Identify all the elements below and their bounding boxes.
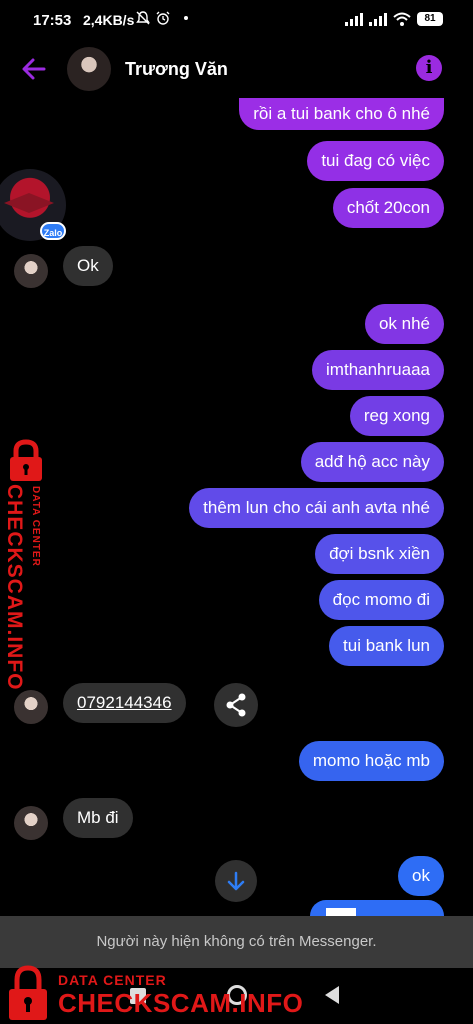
status-right: 81 [345, 12, 443, 26]
share-button[interactable] [214, 683, 258, 727]
message-bubble-outgoing[interactable]: adđ hộ acc này [300, 442, 444, 482]
lock-icon [10, 439, 42, 481]
chat-area[interactable]: rồi a tui bank cho ô nhé tui đag có việc… [0, 98, 473, 916]
message-bubble-outgoing[interactable]: chốt 20con [332, 188, 444, 228]
sender-avatar[interactable] [14, 254, 48, 288]
network-speed: 2,4KB/s [83, 12, 135, 28]
signal-icon [345, 12, 363, 26]
status-bar: 17:53 2,4KB/s 81 [0, 0, 473, 42]
alarm-icon [156, 11, 170, 25]
watermark-side: CHECKSCAM.INFO DATA CENTER [0, 438, 52, 691]
message-bubble-outgoing[interactable]: đọc momo đi [318, 580, 444, 620]
contact-name[interactable]: Trương Văn [125, 59, 228, 80]
status-icons [136, 11, 188, 25]
lock-icon [9, 965, 47, 1020]
message-bubble-outgoing[interactable]: ok [398, 856, 444, 896]
share-icon [226, 693, 246, 717]
phone-number-bubble[interactable]: 0792144346 [63, 683, 186, 723]
chat-header: Trương Văn i [0, 42, 473, 98]
signal-2-icon [369, 12, 387, 26]
scroll-down-button[interactable] [215, 860, 257, 902]
zalo-badge: Zalo [40, 222, 66, 240]
battery-icon: 81 [417, 12, 443, 26]
mute-bell-icon [136, 11, 150, 25]
message-bubble-outgoing[interactable]: thêm lun cho cái anh avta nhé [189, 488, 444, 528]
message-bubble-outgoing[interactable]: rồi a tui bank cho ô nhé [239, 98, 444, 130]
status-time: 17:53 [33, 12, 72, 29]
watermark-vertical-big: CHECKSCAM.INFO [3, 484, 26, 691]
message-bubble-outgoing[interactable]: tui đag có việc [307, 141, 444, 181]
message-bubble-incoming[interactable]: Mb đi [63, 798, 133, 838]
contact-avatar[interactable] [67, 47, 111, 91]
watermark-bottom: DATA CENTER CHECKSCAM.INFO [0, 962, 304, 1024]
message-bubble-outgoing[interactable]: đợi bsnk xiền [315, 534, 444, 574]
back-arrow-icon[interactable] [20, 55, 48, 83]
info-icon[interactable]: i [416, 55, 442, 81]
watermark-big: CHECKSCAM.INFO [58, 988, 304, 1018]
dot-icon [184, 16, 188, 20]
watermark-vertical-small: DATA CENTER [30, 486, 41, 567]
partial-message-bubble[interactable] [310, 900, 444, 916]
message-bubble-outgoing[interactable]: tui bank lun [329, 626, 444, 666]
nav-back-icon[interactable] [325, 986, 339, 1004]
message-bubble-outgoing[interactable]: reg xong [349, 396, 444, 436]
sender-avatar[interactable] [14, 690, 48, 724]
sender-avatar[interactable] [14, 806, 48, 840]
message-bubble-outgoing[interactable]: imthanhruaaa [312, 350, 444, 390]
arrow-down-icon [227, 871, 245, 891]
message-bubble-incoming[interactable]: Ok [63, 246, 113, 286]
unavailable-notice: Người này hiện không có trên Messenger. [0, 916, 473, 968]
watermark-small: DATA CENTER [58, 972, 167, 988]
message-bubble-outgoing[interactable]: momo hoặc mb [298, 741, 444, 781]
wifi-icon [393, 12, 411, 26]
message-bubble-outgoing[interactable]: ok nhé [364, 304, 444, 344]
